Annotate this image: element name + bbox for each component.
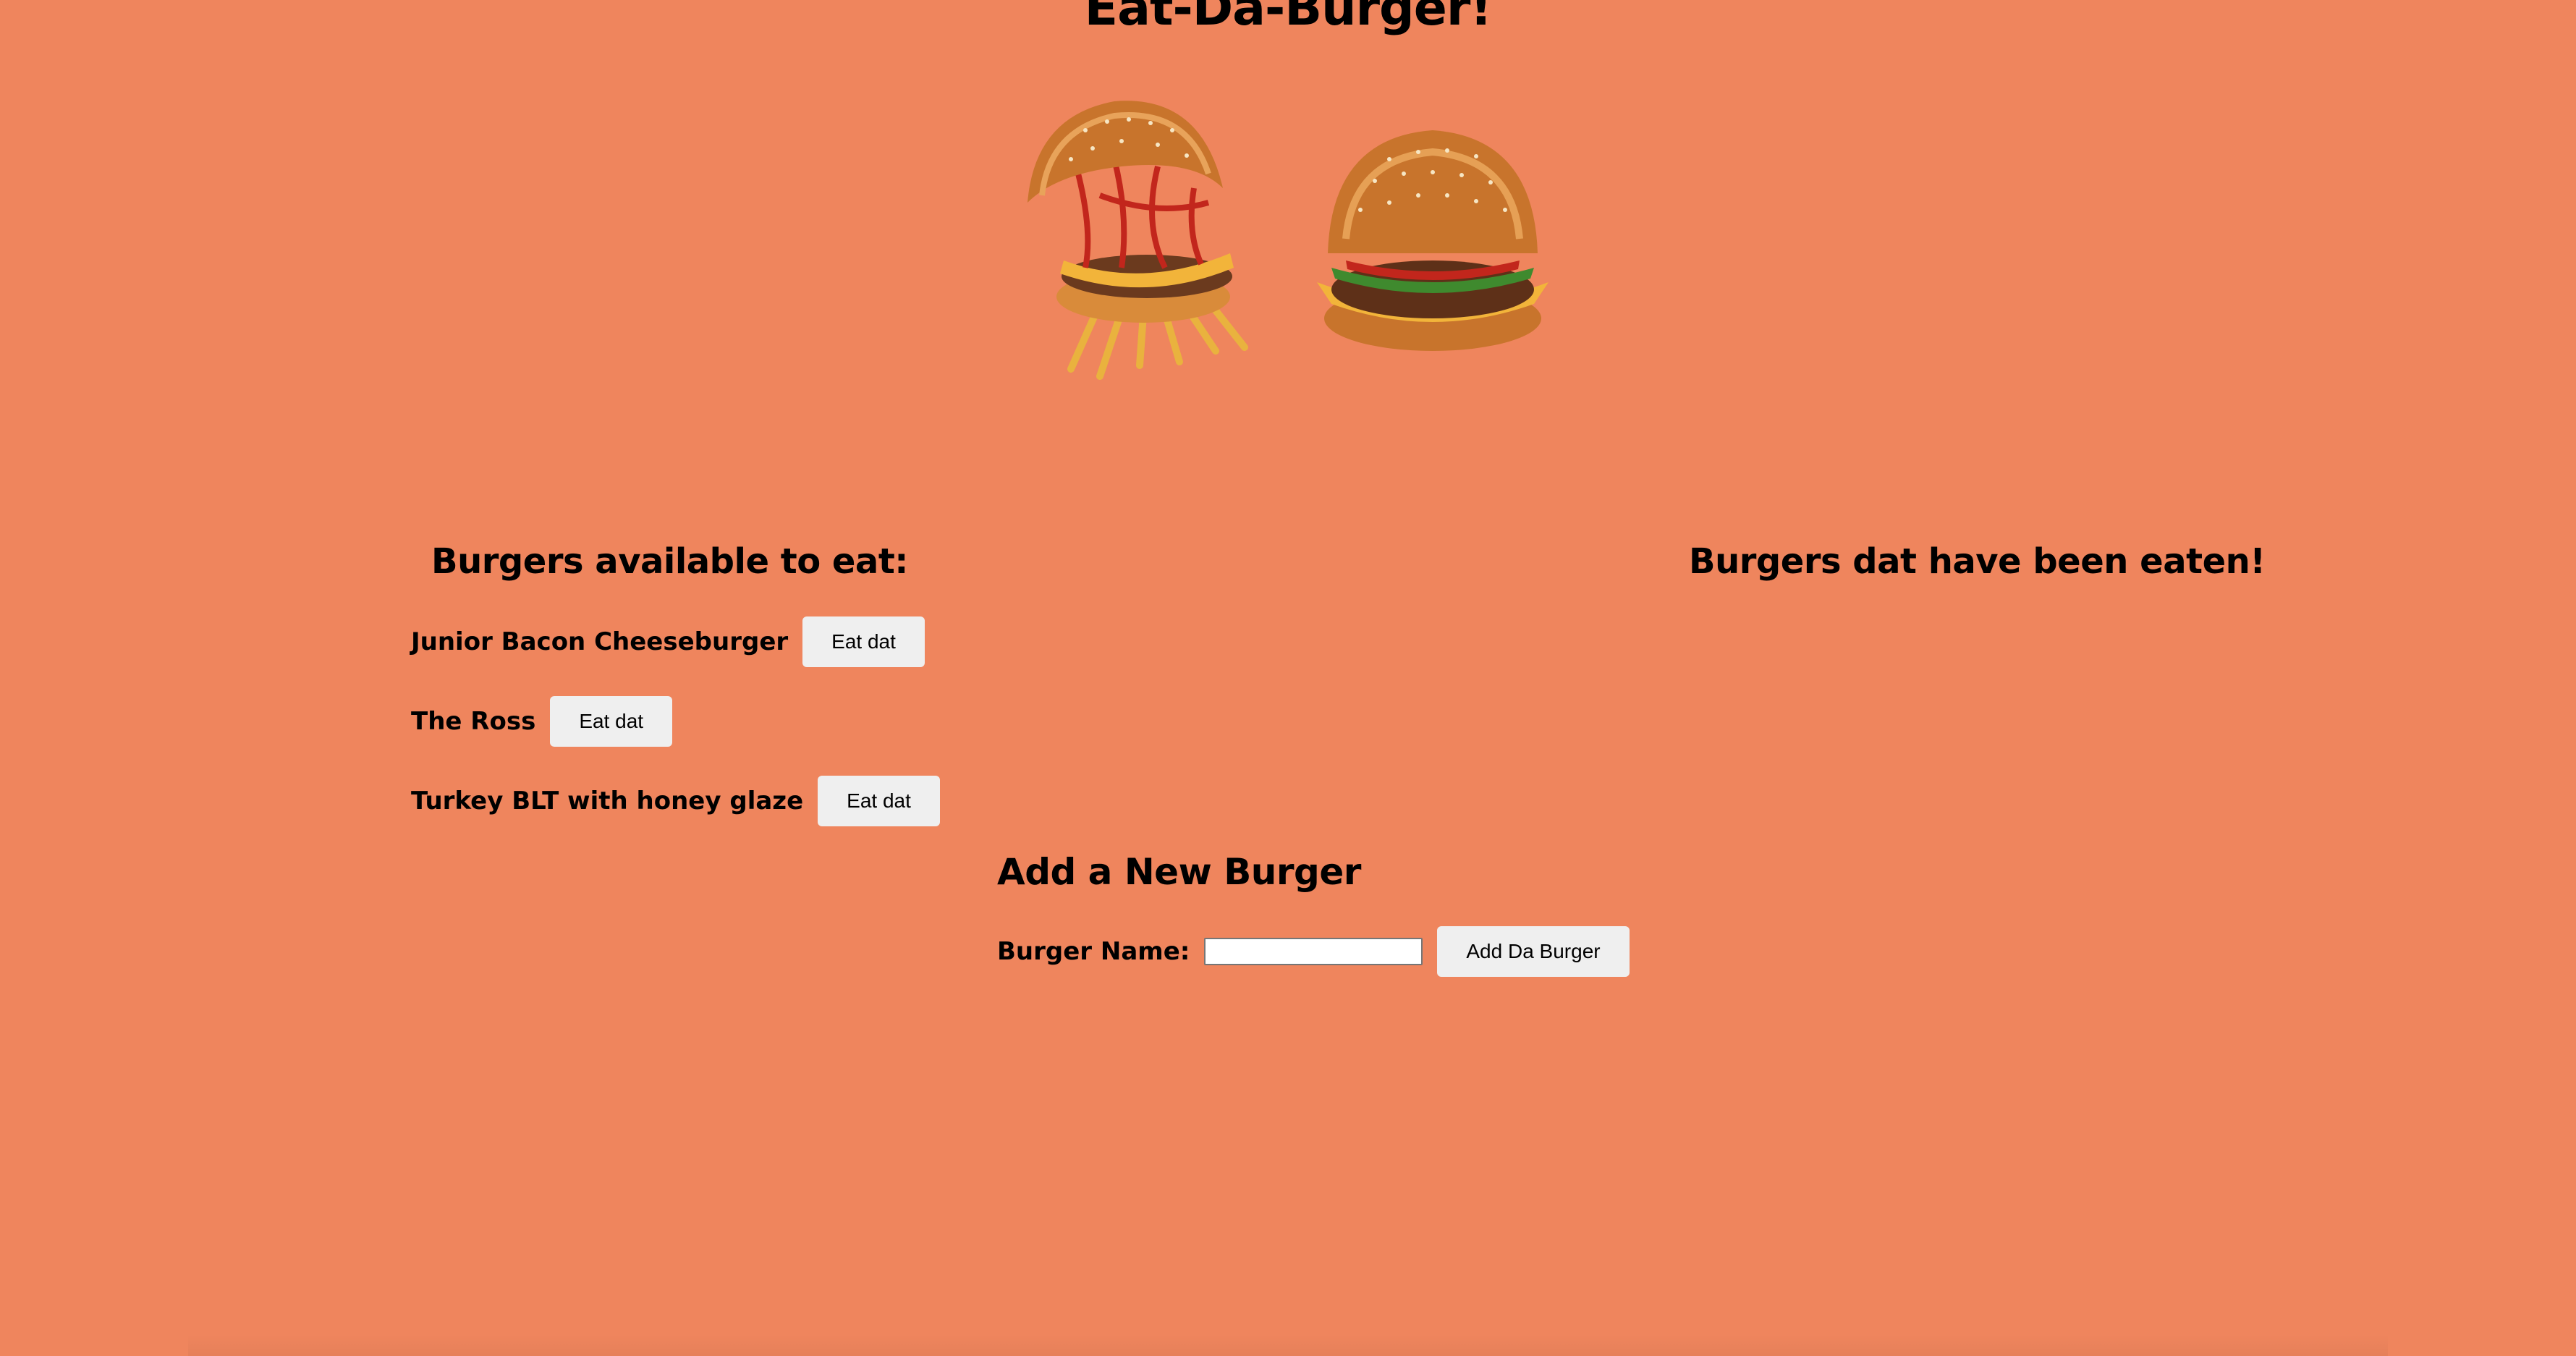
list-item: Turkey BLT with honey glaze Eat dat bbox=[411, 775, 940, 827]
eat-dat-button[interactable]: Eat dat bbox=[550, 696, 673, 747]
burger-name-label: Burger Name: bbox=[997, 937, 1190, 966]
eat-dat-button[interactable]: Eat dat bbox=[802, 616, 925, 667]
burger-name: Junior Bacon Cheeseburger bbox=[411, 627, 789, 656]
page-title: Eat-Da-Burger! bbox=[1084, 0, 1493, 37]
list-item: The Ross Eat dat bbox=[411, 695, 940, 747]
list-item: Junior Bacon Cheeseburger Eat dat bbox=[411, 616, 940, 668]
burger-name: Turkey BLT with honey glaze bbox=[411, 787, 804, 815]
footer-shadow bbox=[188, 1334, 2388, 1356]
burger-name-input[interactable] bbox=[1204, 938, 1423, 965]
burger-name: The Ross bbox=[411, 707, 536, 736]
add-burger-heading: Add a New Burger bbox=[997, 851, 1361, 893]
available-heading: Burgers available to eat: bbox=[431, 541, 908, 582]
add-burger-form: Burger Name: Add Da Burger bbox=[997, 926, 1630, 977]
classic-burger-graphic bbox=[1317, 130, 1548, 351]
exploding-burger-graphic bbox=[1028, 101, 1248, 380]
eaten-heading: Burgers dat have been eaten! bbox=[1689, 541, 2266, 582]
burger-hero-image bbox=[1013, 87, 1563, 391]
available-burger-list: Junior Bacon Cheeseburger Eat dat The Ro… bbox=[411, 616, 940, 855]
eat-dat-button[interactable]: Eat dat bbox=[818, 776, 940, 826]
burger-illustration bbox=[1028, 101, 1548, 380]
add-burger-button[interactable]: Add Da Burger bbox=[1437, 926, 1630, 977]
